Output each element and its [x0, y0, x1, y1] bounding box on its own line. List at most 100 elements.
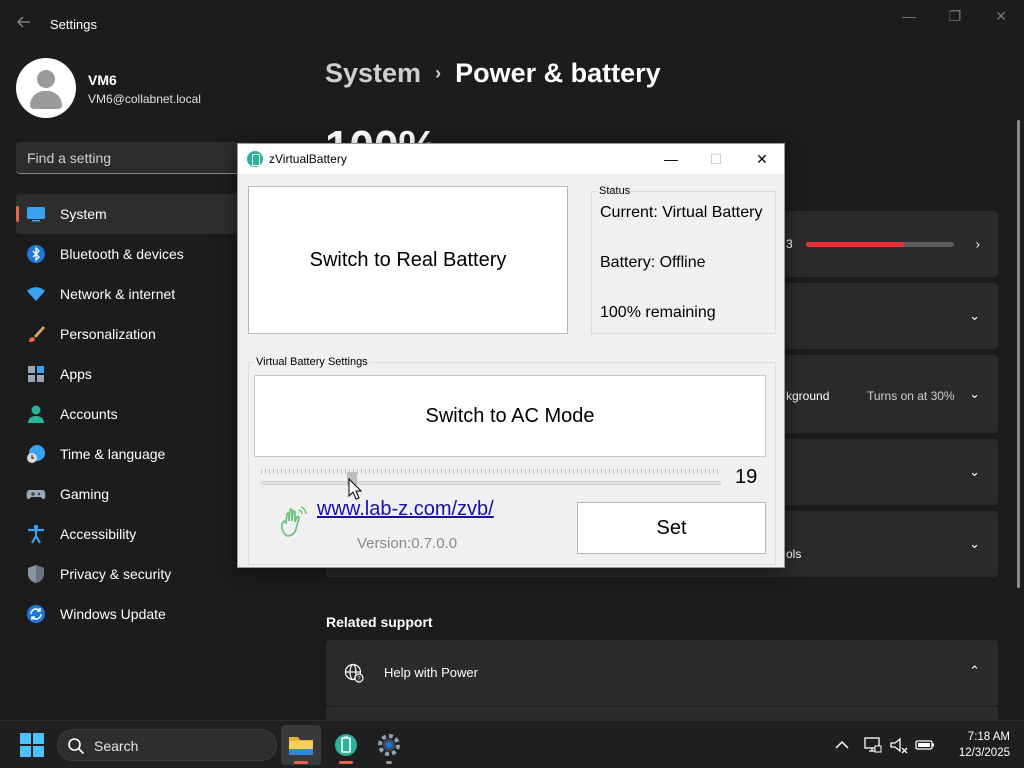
search-icon [67, 737, 85, 755]
zvirtualbattery-app-icon [247, 151, 263, 167]
sidebar-item-time-language[interactable]: Time & language [16, 434, 256, 474]
mouse-cursor-icon [348, 477, 363, 500]
chevron-down-icon: ⌄ [969, 536, 980, 551]
search-input[interactable] [16, 142, 256, 173]
switch-to-ac-mode-button[interactable]: Switch to AC Mode [254, 375, 766, 457]
minimize-button[interactable]: — [897, 8, 921, 28]
sidebar-item-accessibility[interactable]: Accessibility [16, 514, 256, 554]
sidebar-item-gaming[interactable]: Gaming [16, 474, 256, 514]
version-label: Version:0.7.0.0 [357, 535, 458, 552]
settings-gear-icon [369, 734, 409, 768]
battery-usage-fill [806, 242, 904, 247]
switch-to-real-battery-button[interactable]: Switch to Real Battery [248, 186, 568, 334]
settings-caption: Virtual Battery Settings [255, 356, 369, 368]
help-label: Help with Power [384, 665, 478, 680]
energy-saver-status: Turns on at 30% [867, 389, 955, 403]
waving-hand-icon [279, 504, 309, 538]
sidebar-item-label: Network & internet [60, 286, 176, 302]
scrollbar[interactable] [1017, 120, 1020, 588]
set-button[interactable]: Set [577, 502, 766, 554]
chevron-down-icon: ⌄ [969, 464, 980, 479]
related-support-title: Related support [326, 614, 433, 630]
chevron-up-icon[interactable] [832, 735, 852, 755]
dialog-maximize-button: ☐ [709, 151, 723, 167]
restore-button[interactable]: ❐ [943, 8, 967, 28]
network-icon[interactable] [863, 735, 883, 755]
slider-value: 19 [735, 466, 758, 488]
clock-time: 7:18 AM [967, 731, 1010, 743]
energy-saver-text-fragment: kground [786, 389, 830, 403]
settings-titlebar: Settings — ❐ ✕ [0, 0, 1024, 48]
slider-ticks [261, 469, 721, 474]
volume-muted-icon[interactable] [889, 735, 909, 755]
user-profile[interactable]: VM6 VM6@collabnet.local [16, 58, 296, 118]
help-with-power-card[interactable]: ? Help with Power ⌃ [326, 640, 998, 706]
slider-track [261, 481, 721, 485]
network-icon [26, 284, 46, 304]
taskbar-app-settings[interactable] [369, 725, 409, 765]
usage-text-fragment: 3 [786, 237, 793, 251]
dialog-minimize-button[interactable]: — [661, 149, 681, 169]
active-indicator [294, 761, 308, 764]
sidebar-item-bluetooth[interactable]: Bluetooth & devices [16, 234, 256, 274]
taskbar-search[interactable]: Search [57, 729, 277, 761]
battery-icon[interactable] [915, 735, 935, 755]
taskbar-app-file-explorer[interactable] [281, 725, 321, 765]
chevron-right-icon: › [975, 236, 980, 252]
windows-start-icon[interactable] [20, 733, 44, 757]
battery-usage-bar [806, 242, 954, 247]
chevron-down-icon: ⌄ [969, 386, 980, 401]
gaming-icon [26, 484, 46, 504]
status-battery: Battery: Offline [600, 254, 706, 271]
sidebar-item-label: System [60, 206, 107, 222]
sidebar-nav: System Bluetooth & devices Network & int… [16, 194, 256, 634]
page-title: Power & battery [455, 58, 661, 88]
sidebar-item-network[interactable]: Network & internet [16, 274, 256, 314]
sidebar-item-label: Gaming [60, 486, 110, 502]
status-current: Current: Virtual Battery [600, 204, 763, 221]
shield-icon [26, 564, 46, 584]
back-arrow-icon[interactable] [14, 14, 34, 34]
sidebar-item-personalization[interactable]: Personalization [16, 314, 256, 354]
controls-text-fragment: ols [786, 547, 802, 561]
time-language-icon [26, 444, 46, 464]
lab-z-link[interactable]: www.lab-z.com/zvb/ [317, 498, 494, 521]
dialog-titlebar[interactable]: zVirtualBattery — ☐ ✕ [238, 144, 784, 174]
profile-email: VM6@collabnet.local [88, 92, 201, 106]
taskbar-clock[interactable]: 7:18 AM 12/3/2025 [940, 729, 1010, 761]
zvirtualbattery-dialog: zVirtualBattery — ☐ ✕ Switch to Real Bat… [237, 143, 785, 568]
help-card-extension [326, 706, 998, 720]
accessibility-icon [26, 524, 46, 544]
profile-name: VM6 [88, 72, 117, 88]
dialog-close-button[interactable]: ✕ [752, 149, 772, 169]
status-group: Status Current: Virtual Battery Battery:… [591, 185, 776, 334]
file-explorer-icon [281, 737, 321, 768]
apps-icon [26, 364, 46, 384]
dialog-title: zVirtualBattery [269, 152, 347, 166]
active-indicator [339, 761, 353, 764]
taskbar: Search 7:18 AM 12/3/2025 [0, 720, 1024, 768]
sidebar-item-accounts[interactable]: Accounts [16, 394, 256, 434]
taskbar-app-zvirtualbattery[interactable] [326, 725, 366, 765]
sidebar-item-label: Apps [60, 366, 92, 382]
close-button[interactable]: ✕ [989, 8, 1013, 28]
app-title: Settings [50, 17, 97, 32]
brush-icon [26, 324, 46, 344]
sidebar-item-privacy-security[interactable]: Privacy & security [16, 554, 256, 594]
find-setting-search[interactable] [16, 142, 256, 174]
breadcrumb: System › Power & battery [325, 58, 661, 89]
clock-date: 12/3/2025 [958, 747, 1010, 759]
sidebar-item-label: Accessibility [60, 526, 137, 542]
globe-help-icon: ? [344, 663, 364, 683]
sidebar-item-label: Accounts [60, 406, 118, 422]
virtual-battery-settings-group: Virtual Battery Settings Switch to AC Mo… [248, 356, 776, 565]
taskbar-search-label: Search [94, 738, 139, 754]
battery-level-slider[interactable] [261, 465, 721, 495]
sidebar-item-apps[interactable]: Apps [16, 354, 256, 394]
status-caption: Status [598, 185, 632, 197]
sidebar-item-label: Time & language [60, 446, 166, 462]
sidebar-item-system[interactable]: System [16, 194, 256, 234]
breadcrumb-parent[interactable]: System [325, 58, 421, 89]
sidebar-item-windows-update[interactable]: Windows Update [16, 594, 256, 634]
sidebar-item-label: Personalization [60, 326, 156, 342]
